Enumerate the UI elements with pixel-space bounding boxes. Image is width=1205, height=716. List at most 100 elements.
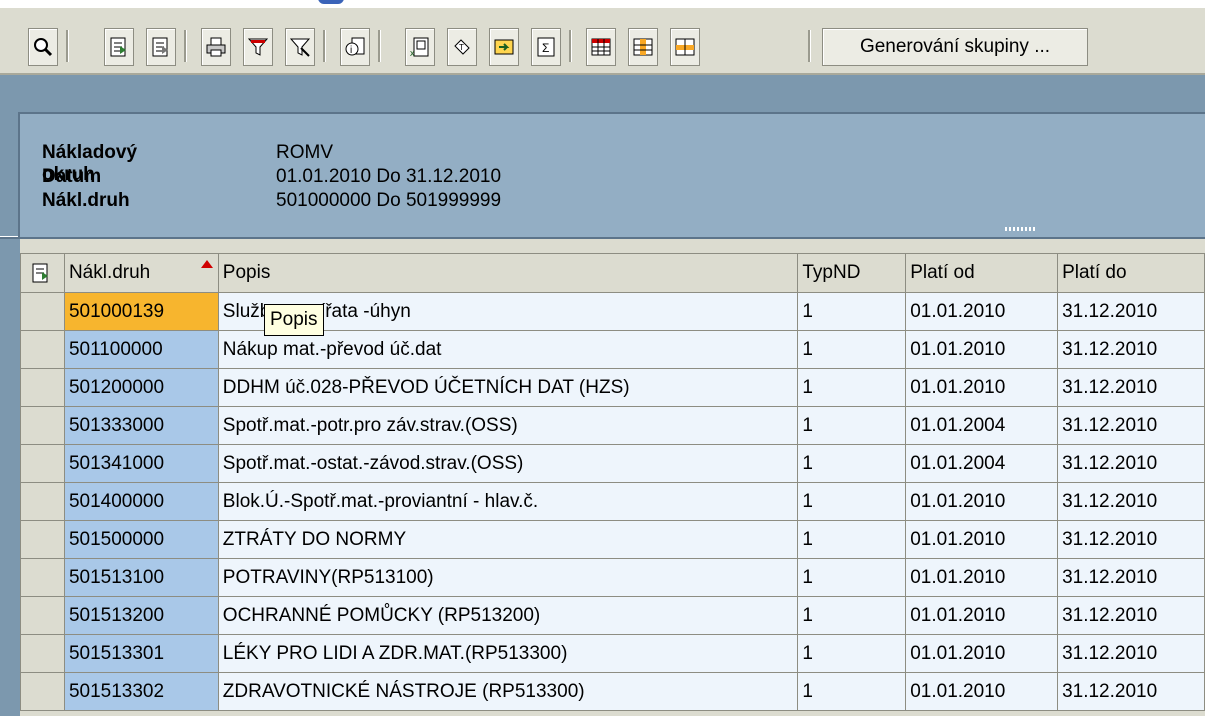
cell-valid-from[interactable]: 01.01.2010 xyxy=(905,292,1059,331)
cell-description[interactable]: OCHRANNÉ POMŮCKY (RP513200) xyxy=(217,596,799,635)
row-selector[interactable] xyxy=(20,558,65,597)
cell-valid-to[interactable]: 31.12.2010 xyxy=(1057,482,1205,521)
cell-type[interactable]: 1 xyxy=(797,558,907,597)
print-button[interactable] xyxy=(201,28,231,66)
column-header-valid-to[interactable]: Platí do xyxy=(1057,253,1205,293)
cell-type[interactable]: 1 xyxy=(797,520,907,559)
table-row[interactable]: 501341000 Spotř.mat.-ostat.-závod.strav.(… xyxy=(20,444,1205,483)
cell-valid-to[interactable]: 31.12.2010 xyxy=(1057,596,1205,635)
cell-description[interactable]: Spotř.mat.-ostat.-závod.strav.(OSS) xyxy=(217,444,799,483)
cell-cost-element[interactable]: 501513100 xyxy=(63,558,219,597)
cell-description[interactable]: LÉKY PRO LIDI A ZDR.MAT.(RP513300) xyxy=(217,634,799,673)
table-row[interactable]: 501400000 Blok.Ú.-Spotř.mat.-proviantní -… xyxy=(20,482,1205,521)
cell-cost-element[interactable]: 501000139 xyxy=(63,292,219,331)
table-row[interactable]: 501513302 ZDRAVOTNICKÉ NÁSTROJE (RP513300… xyxy=(20,672,1205,711)
cell-valid-to[interactable]: 31.12.2010 xyxy=(1057,444,1205,483)
cell-valid-from[interactable]: 01.01.2010 xyxy=(905,330,1059,369)
choose-layout-button[interactable] xyxy=(670,28,700,66)
totals-button[interactable]: Σ xyxy=(531,28,561,66)
cell-valid-to[interactable]: 31.12.2010 xyxy=(1057,292,1205,331)
cell-valid-to[interactable]: 31.12.2010 xyxy=(1057,520,1205,559)
cell-valid-to[interactable]: 31.12.2010 xyxy=(1057,558,1205,597)
row-selector[interactable] xyxy=(20,292,65,331)
row-selector[interactable] xyxy=(20,634,65,673)
cell-type[interactable]: 1 xyxy=(797,368,907,407)
insert-column-button[interactable] xyxy=(628,28,658,66)
cell-valid-from[interactable]: 01.01.2010 xyxy=(905,672,1059,711)
deselect-all-button[interactable] xyxy=(146,28,176,66)
cell-cost-element[interactable]: 501513302 xyxy=(63,672,219,711)
info-button[interactable]: i xyxy=(340,28,370,66)
column-header-description[interactable]: Popis xyxy=(217,253,799,293)
table-row[interactable]: 501100000 Nákup mat.-převod úč.dat 1 01.01.… xyxy=(20,330,1205,369)
cell-cost-element[interactable]: 501500000 xyxy=(63,520,219,559)
cell-valid-to[interactable]: 31.12.2010 xyxy=(1057,330,1205,369)
cell-type[interactable]: 1 xyxy=(797,292,907,331)
table-row[interactable]: 501200000 DDHM úč.028-PŘEVOD ÚČETNÍCH DAT… xyxy=(20,368,1205,407)
column-header-type[interactable]: TypND xyxy=(797,253,907,293)
cell-type[interactable]: 1 xyxy=(797,482,907,521)
splitter-grip[interactable] xyxy=(1005,227,1035,231)
column-header-cost-element[interactable]: Nákl.druh xyxy=(63,253,219,293)
cell-valid-to[interactable]: 31.12.2010 xyxy=(1057,634,1205,673)
cell-valid-from[interactable]: 01.01.2004 xyxy=(905,444,1059,483)
cell-type[interactable]: 1 xyxy=(797,330,907,369)
row-selector[interactable] xyxy=(20,330,65,369)
cell-cost-element[interactable]: 501513301 xyxy=(63,634,219,673)
cell-valid-from[interactable]: 01.01.2010 xyxy=(905,482,1059,521)
cell-cost-element[interactable]: 501513200 xyxy=(63,596,219,635)
delete-filter-button[interactable] xyxy=(285,28,315,66)
row-selector[interactable] xyxy=(20,482,65,521)
cell-valid-from[interactable]: 01.01.2010 xyxy=(905,368,1059,407)
layout-button[interactable] xyxy=(586,28,616,66)
table-row[interactable]: 501513200 OCHRANNÉ POMŮCKY (RP513200) 1 01.… xyxy=(20,596,1205,635)
row-selector[interactable] xyxy=(20,406,65,445)
cell-type[interactable]: 1 xyxy=(797,672,907,711)
cell-type[interactable]: 1 xyxy=(797,406,907,445)
cell-description[interactable]: POTRAVINY(RP513100) xyxy=(217,558,799,597)
cell-valid-to[interactable]: 31.12.2010 xyxy=(1057,672,1205,711)
cell-valid-from[interactable]: 01.01.2004 xyxy=(905,406,1059,445)
row-selector[interactable] xyxy=(20,368,65,407)
row-selector[interactable] xyxy=(20,444,65,483)
cell-valid-to[interactable]: 31.12.2010 xyxy=(1057,406,1205,445)
filter-button[interactable] xyxy=(243,28,273,66)
select-all-button[interactable] xyxy=(104,28,134,66)
row-selector[interactable] xyxy=(20,520,65,559)
row-selector[interactable] xyxy=(20,596,65,635)
row-selector[interactable] xyxy=(20,672,65,711)
cell-description[interactable]: Spotř.mat.-potr.pro záv.strav.(OSS) xyxy=(217,406,799,445)
cell-type[interactable]: 1 xyxy=(797,596,907,635)
cell-description[interactable]: Blok.Ú.-Spotř.mat.-proviantní - hlav.č. xyxy=(217,482,799,521)
cell-description[interactable]: ZTRÁTY DO NORMY xyxy=(217,520,799,559)
table-row[interactable]: 501513301 LÉKY PRO LIDI A ZDR.MAT.(RP5133… xyxy=(20,634,1205,673)
table-row[interactable]: 501000139Služby – zvířata -úhyn101.01.20… xyxy=(20,292,1205,331)
column-header-valid-from[interactable]: Platí od xyxy=(905,253,1059,293)
generate-group-button[interactable]: Generování skupiny ... xyxy=(822,28,1088,66)
cell-valid-from[interactable]: 01.01.2010 xyxy=(905,634,1059,673)
cell-cost-element[interactable]: 501100000 xyxy=(63,330,219,369)
details-button[interactable] xyxy=(28,28,58,66)
table-row[interactable]: 501333000 Spotř.mat.-potr.pro záv.strav.(… xyxy=(20,406,1205,445)
cell-description[interactable]: ZDRAVOTNICKÉ NÁSTROJE (RP513300) xyxy=(217,672,799,711)
export-button[interactable]: x xyxy=(405,28,435,66)
cell-cost-element[interactable]: 501200000 xyxy=(63,368,219,407)
cell-valid-from[interactable]: 01.01.2010 xyxy=(905,596,1059,635)
cell-valid-to[interactable]: 31.12.2010 xyxy=(1057,368,1205,407)
cell-description[interactable]: Nákup mat.-převod úč.dat xyxy=(217,330,799,369)
cell-valid-from[interactable]: 01.01.2010 xyxy=(905,520,1059,559)
cell-cost-element[interactable]: 501333000 xyxy=(63,406,219,445)
select-all-cell[interactable] xyxy=(20,253,65,293)
print-icon xyxy=(206,37,226,57)
transfer-button[interactable] xyxy=(489,28,519,66)
cell-cost-element[interactable]: 501400000 xyxy=(63,482,219,521)
cell-cost-element[interactable]: 501341000 xyxy=(63,444,219,483)
table-row[interactable]: 501500000 ZTRÁTY DO NORMY 1 01.01.2010 31.12… xyxy=(20,520,1205,559)
totals-icon: Σ xyxy=(537,37,555,57)
cell-valid-from[interactable]: 01.01.2010 xyxy=(905,558,1059,597)
cell-type[interactable]: 1 xyxy=(797,634,907,673)
cell-type[interactable]: 1 xyxy=(797,444,907,483)
cell-description[interactable]: DDHM úč.028-PŘEVOD ÚČETNÍCH DAT (HZS) xyxy=(217,368,799,407)
table-row[interactable]: 501513100 POTRAVINY(RP513100) 1 01.01.2010 3… xyxy=(20,558,1205,597)
sort-button[interactable]: T xyxy=(447,28,477,66)
